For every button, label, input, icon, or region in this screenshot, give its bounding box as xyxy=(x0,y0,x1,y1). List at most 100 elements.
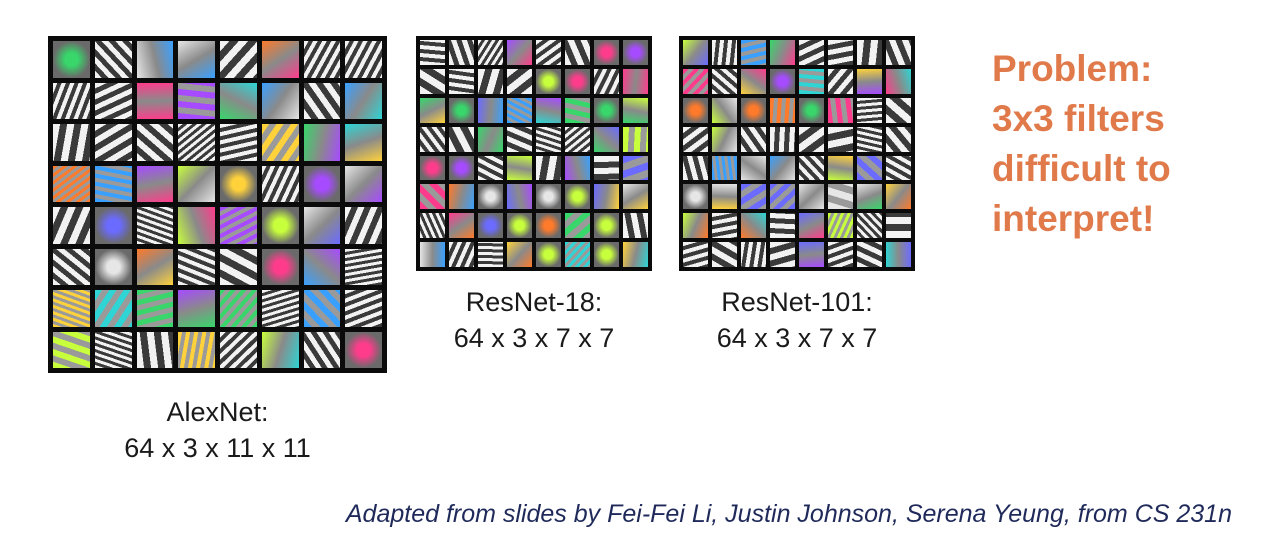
filter-tile xyxy=(828,184,853,210)
filter-tile xyxy=(178,207,215,244)
filter-tile xyxy=(770,184,795,210)
filter-tile xyxy=(53,124,90,161)
problem-line-3: difficult to xyxy=(992,148,1171,189)
filter-tile xyxy=(261,248,299,285)
filter-tile xyxy=(53,290,90,327)
filter-tile xyxy=(136,290,174,327)
filter-tile xyxy=(623,242,648,267)
filter-tile xyxy=(799,126,824,152)
filter-tile xyxy=(136,41,174,78)
filter-tile xyxy=(594,155,619,181)
resnet18-filter-grid xyxy=(416,36,652,271)
filter-tile xyxy=(478,213,503,239)
filter-tile xyxy=(261,41,299,78)
filter-tile xyxy=(828,40,853,65)
resnet101-caption: ResNet-101: 64 x 3 x 7 x 7 xyxy=(679,284,915,356)
filter-tile xyxy=(565,184,590,210)
filter-tile xyxy=(261,207,299,244)
filter-tile xyxy=(178,331,215,368)
filter-tile xyxy=(420,155,445,181)
filter-tile xyxy=(345,331,382,368)
filter-tile xyxy=(683,184,708,210)
resnet18-caption-title: ResNet-18: xyxy=(465,287,603,317)
filter-tile xyxy=(712,242,737,267)
filter-tile xyxy=(741,155,766,181)
filter-tile xyxy=(345,290,382,327)
filter-tile xyxy=(886,97,911,123)
filter-tile xyxy=(507,242,532,267)
filter-tile xyxy=(345,207,382,244)
filter-tile xyxy=(857,68,882,94)
filter-tile xyxy=(741,68,766,94)
filter-tile xyxy=(261,124,299,161)
filter-tile xyxy=(594,213,619,239)
filter-tile xyxy=(712,40,737,65)
filter-tile xyxy=(683,155,708,181)
filter-tile xyxy=(136,248,174,285)
filter-tile xyxy=(623,126,648,152)
filter-tile xyxy=(507,155,532,181)
filter-tile xyxy=(886,126,911,152)
filter-tile xyxy=(712,126,737,152)
filter-tile xyxy=(536,40,561,65)
filter-tile xyxy=(261,331,299,368)
filter-tile xyxy=(178,41,215,78)
filter-tile xyxy=(828,97,853,123)
filter-tile xyxy=(623,184,648,210)
filter-tile xyxy=(303,207,341,244)
filter-tile xyxy=(536,68,561,94)
filter-tile xyxy=(53,207,90,244)
filter-tile xyxy=(712,213,737,239)
filter-tile xyxy=(683,242,708,267)
filter-tile xyxy=(623,213,648,239)
filter-tile xyxy=(303,41,341,78)
filter-tile xyxy=(178,290,215,327)
filter-tile xyxy=(741,184,766,210)
resnet101-caption-title: ResNet-101: xyxy=(721,287,873,317)
filter-tile xyxy=(478,97,503,123)
filter-tile xyxy=(449,97,474,123)
filter-tile xyxy=(886,184,911,210)
resnet101-caption-shape: 64 x 3 x 7 x 7 xyxy=(716,323,878,353)
filter-tile xyxy=(886,155,911,181)
filter-tile xyxy=(94,41,132,78)
filter-tile xyxy=(683,97,708,123)
filter-tile xyxy=(53,82,90,119)
filter-tile xyxy=(594,126,619,152)
filter-tile xyxy=(565,68,590,94)
filter-tile xyxy=(799,155,824,181)
filter-tile xyxy=(478,40,503,65)
filter-tile xyxy=(536,184,561,210)
filter-tile xyxy=(303,82,341,119)
filter-tile xyxy=(683,126,708,152)
filter-tile xyxy=(53,41,90,78)
filter-tile xyxy=(741,126,766,152)
filter-tile xyxy=(536,213,561,239)
filter-tile xyxy=(345,41,382,78)
filter-tile xyxy=(94,82,132,119)
filter-tile xyxy=(886,242,911,267)
filter-tile xyxy=(94,290,132,327)
alexnet-caption-title: AlexNet: xyxy=(166,397,269,427)
filter-tile xyxy=(770,68,795,94)
filter-tile xyxy=(178,124,215,161)
filter-tile xyxy=(178,165,215,202)
filter-tile xyxy=(623,97,648,123)
filter-tile xyxy=(303,165,341,202)
filter-tile xyxy=(94,124,132,161)
filter-tile xyxy=(261,82,299,119)
filter-tile xyxy=(799,97,824,123)
filter-tile xyxy=(594,242,619,267)
alexnet-caption-shape: 64 x 3 x 11 x 11 xyxy=(124,433,311,463)
filter-tile xyxy=(303,331,341,368)
filter-tile xyxy=(94,207,132,244)
filter-tile xyxy=(478,68,503,94)
filter-tile xyxy=(220,82,257,119)
filter-tile xyxy=(712,155,737,181)
filter-tile xyxy=(53,165,90,202)
filter-tile xyxy=(478,184,503,210)
problem-callout: Problem: 3x3 filters difficult to interp… xyxy=(992,44,1252,244)
filter-tile xyxy=(536,97,561,123)
filter-tile xyxy=(420,126,445,152)
filter-tile xyxy=(799,213,824,239)
